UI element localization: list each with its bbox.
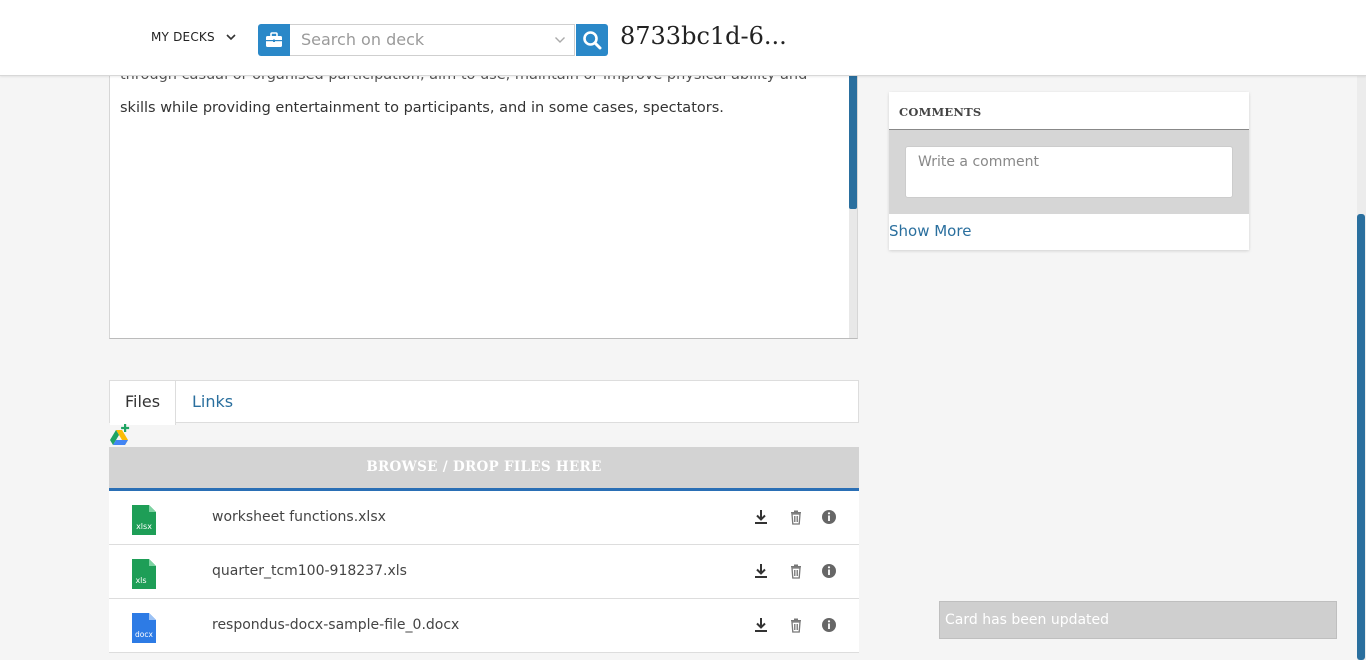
search-button[interactable] (576, 24, 608, 56)
info-icon[interactable] (820, 508, 838, 526)
show-more-link[interactable]: Show More (889, 214, 1249, 240)
deck-search (258, 24, 608, 56)
file-list: xlsx worksheet functions.xlsx xls quarte… (109, 491, 859, 653)
file-name[interactable]: quarter_tcm100-918237.xls (212, 563, 407, 579)
download-icon[interactable] (752, 562, 770, 580)
download-icon[interactable] (752, 508, 770, 526)
download-icon[interactable] (752, 616, 770, 634)
my-decks-label: MY DECKS (151, 30, 215, 44)
tab-files[interactable]: Files (110, 381, 177, 425)
board-selector-button[interactable] (258, 24, 290, 56)
search-field (290, 24, 575, 56)
file-row: docx respondus-docx-sample-file_0.docx (109, 599, 859, 653)
description-scroll-thumb[interactable] (849, 71, 857, 209)
toast-notification: Card has been updated (939, 601, 1337, 639)
briefcase-icon (266, 32, 282, 47)
top-header: MY DECKS 8733bc1d-6... (0, 0, 1366, 76)
chevron-down-icon (226, 34, 236, 41)
google-drive-add-icon[interactable] (109, 424, 131, 446)
comments-panel: COMMENTS Show More (889, 92, 1249, 250)
document-file-icon: docx (132, 613, 156, 643)
tab-links[interactable]: Links (177, 381, 248, 424)
comment-box (889, 130, 1249, 214)
info-icon[interactable] (820, 616, 838, 634)
spreadsheet-file-icon: xlsx (132, 505, 156, 535)
deck-title: 8733bc1d-6... (620, 22, 787, 50)
comments-heading: COMMENTS (889, 92, 1249, 130)
card-description[interactable]: through casual or organised participatio… (109, 40, 858, 339)
trash-icon[interactable] (787, 616, 805, 634)
svg-text:xls: xls (135, 576, 146, 585)
description-line: skills while providing entertainment to … (120, 100, 724, 116)
attachments-panel: Files Links BROWSE / DROP FILES HERE xls… (109, 380, 859, 660)
search-icon (583, 31, 602, 50)
file-row: xlsx worksheet functions.xlsx (109, 491, 859, 545)
file-name[interactable]: respondus-docx-sample-file_0.docx (212, 617, 459, 633)
info-icon[interactable] (820, 562, 838, 580)
svg-text:docx: docx (135, 630, 153, 639)
search-input[interactable] (290, 25, 541, 53)
file-dropzone[interactable]: BROWSE / DROP FILES HERE (109, 447, 859, 491)
trash-icon[interactable] (787, 508, 805, 526)
svg-text:xlsx: xlsx (136, 522, 152, 531)
attachments-tabs: Files Links (109, 380, 859, 425)
file-name[interactable]: worksheet functions.xlsx (212, 509, 386, 525)
page-scroll-thumb[interactable] (1357, 214, 1365, 660)
chevron-down-icon[interactable] (554, 34, 566, 46)
comment-input[interactable] (905, 146, 1233, 198)
file-row: xls quarter_tcm100-918237.xls (109, 545, 859, 599)
spreadsheet-file-icon: xls (132, 559, 156, 589)
trash-icon[interactable] (787, 562, 805, 580)
my-decks-dropdown[interactable]: MY DECKS (151, 30, 237, 44)
